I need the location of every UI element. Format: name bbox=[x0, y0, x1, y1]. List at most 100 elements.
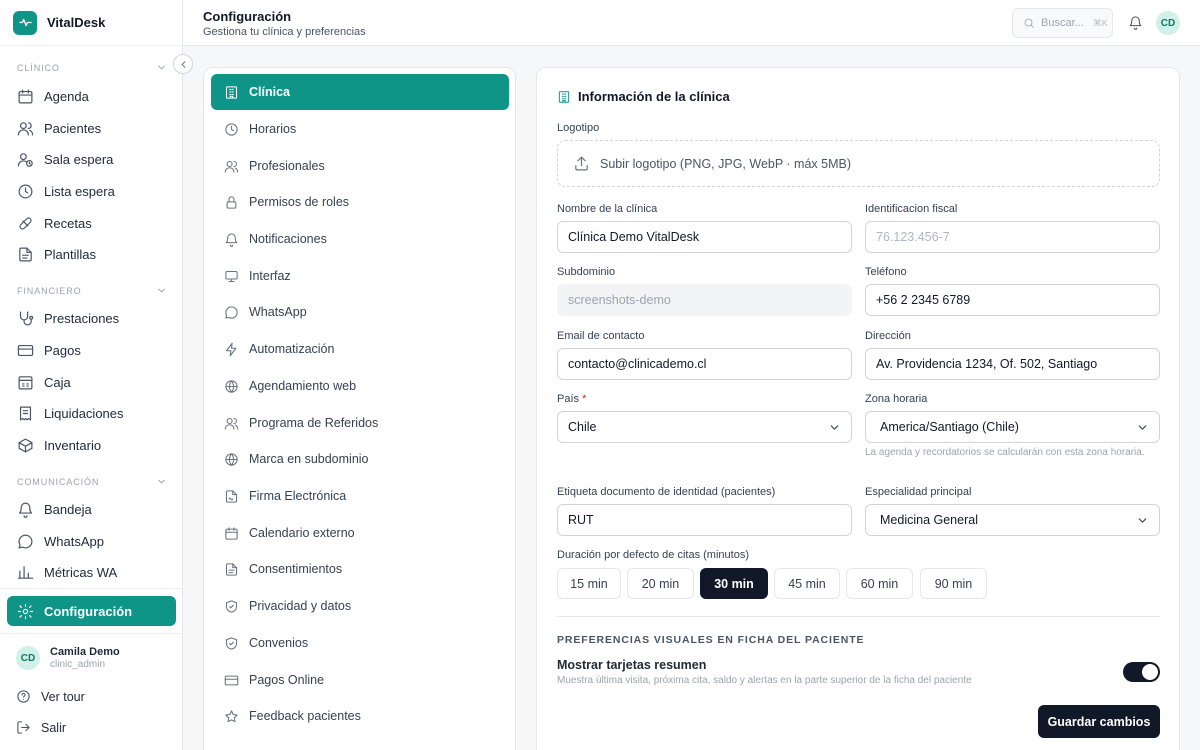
search-icon bbox=[1024, 18, 1034, 28]
show-cards-toggle[interactable] bbox=[1123, 662, 1160, 682]
tax-id-input[interactable] bbox=[865, 221, 1160, 253]
collapse-sidebar-button[interactable] bbox=[173, 54, 193, 74]
settings-item-calendario-externo[interactable]: Calendario externo bbox=[211, 515, 509, 551]
sidebar-item-label: Caja bbox=[44, 374, 71, 390]
show-cards-description: Muestra última visita, próxima cita, sal… bbox=[557, 675, 972, 686]
timezone-value: America/Santiago (Chile) bbox=[880, 420, 1019, 434]
sidebar-item-agenda[interactable]: Agenda bbox=[7, 81, 176, 111]
sidebar-item-liquidaciones[interactable]: Liquidaciones bbox=[7, 398, 176, 428]
sidebar-item-recetas[interactable]: Recetas bbox=[7, 208, 176, 238]
credit-card-icon bbox=[17, 344, 34, 356]
sidebar-item-metricas-wa[interactable]: Métricas WA bbox=[7, 557, 176, 587]
settings-item-permisos[interactable]: Permisos de roles bbox=[211, 184, 509, 220]
sidebar-item-caja[interactable]: Caja bbox=[7, 367, 176, 397]
settings-item-marca-subdominio[interactable]: Marca en subdominio bbox=[211, 441, 509, 477]
settings-item-profesionales[interactable]: Profesionales bbox=[211, 148, 509, 184]
sidebar-item-label: Pacientes bbox=[44, 120, 102, 136]
save-button[interactable]: Guardar cambios bbox=[1038, 705, 1160, 738]
user-role: clinic_admin bbox=[50, 659, 106, 670]
cash-register-icon bbox=[18, 375, 33, 389]
user-clock-icon bbox=[17, 152, 33, 167]
settings-item-interfaz[interactable]: Interfaz bbox=[211, 258, 509, 294]
bell-icon bbox=[18, 502, 33, 518]
logo-label: Logotipo bbox=[557, 122, 600, 134]
shield-check-icon bbox=[225, 636, 238, 650]
header-avatar[interactable]: CD bbox=[1156, 11, 1180, 35]
sidebar-item-bandeja[interactable]: Bandeja bbox=[7, 494, 176, 524]
sidebar-item-inventario[interactable]: Inventario bbox=[7, 430, 176, 460]
phone-input[interactable] bbox=[865, 284, 1160, 316]
user-profile[interactable]: CD Camila Demo clinic_admin bbox=[16, 646, 120, 670]
id-label-input[interactable] bbox=[557, 504, 852, 536]
settings-item-notificaciones[interactable]: Notificaciones bbox=[211, 221, 509, 257]
section-header-clinico[interactable]: CLÍNICO bbox=[17, 62, 167, 73]
settings-item-clinica[interactable]: Clínica bbox=[211, 74, 509, 110]
settings-menu: Clínica Horarios Profesionales Permisos … bbox=[203, 67, 516, 750]
sidebar-item-label: Configuración bbox=[44, 603, 133, 619]
sidebar-item-prestaciones[interactable]: Prestaciones bbox=[7, 303, 176, 333]
id-label-label: Etiqueta documento de identidad (pacient… bbox=[557, 486, 776, 498]
clinic-info-card: Información de la clínica Logotipo Subir… bbox=[536, 67, 1180, 750]
sidebar-item-lista-espera[interactable]: Lista espera bbox=[7, 176, 176, 206]
settings-item-agendamiento-web[interactable]: Agendamiento web bbox=[211, 368, 509, 404]
duration-option-60[interactable]: 60 min bbox=[846, 568, 913, 599]
timezone-select[interactable]: America/Santiago (Chile) bbox=[865, 411, 1160, 443]
section-title: FINANCIERO bbox=[17, 285, 82, 296]
country-select[interactable]: Chile bbox=[557, 411, 852, 443]
settings-item-consentimientos[interactable]: Consentimientos bbox=[211, 551, 509, 587]
required-mark: * bbox=[582, 393, 587, 405]
section-header-comunicacion[interactable]: COMUNICACIÓN bbox=[17, 476, 167, 487]
pill-icon bbox=[19, 216, 32, 230]
sidebar-item-pagos[interactable]: Pagos bbox=[7, 335, 176, 365]
sidebar-item-configuracion[interactable]: Configuración bbox=[7, 596, 176, 626]
logo-upload-dropzone[interactable]: Subir logotipo (PNG, JPG, WebP · máx 5MB… bbox=[557, 140, 1160, 187]
settings-item-label: Clínica bbox=[249, 85, 290, 99]
address-input[interactable] bbox=[865, 348, 1160, 380]
clinic-name-input[interactable] bbox=[557, 221, 852, 253]
sidebar-item-label: Recetas bbox=[44, 215, 92, 231]
email-input[interactable] bbox=[557, 348, 852, 380]
duration-option-20[interactable]: 20 min bbox=[627, 568, 694, 599]
duration-option-90[interactable]: 90 min bbox=[920, 568, 987, 599]
settings-item-pagos-online[interactable]: Pagos Online bbox=[211, 662, 509, 698]
settings-item-privacidad[interactable]: Privacidad y datos bbox=[211, 588, 509, 624]
subdomain-input bbox=[557, 284, 852, 316]
settings-item-label: Automatización bbox=[249, 342, 335, 356]
settings-item-label: Horarios bbox=[249, 122, 297, 136]
settings-item-firma-electronica[interactable]: Firma Electrónica bbox=[211, 478, 509, 514]
duration-option-30[interactable]: 30 min bbox=[700, 568, 768, 599]
sidebar-item-label: Plantillas bbox=[44, 246, 97, 262]
logout-button[interactable]: Salir bbox=[16, 720, 66, 735]
country-value: Chile bbox=[568, 420, 597, 434]
tour-label: Ver tour bbox=[41, 689, 85, 704]
duration-option-15[interactable]: 15 min bbox=[557, 568, 621, 599]
settings-item-automatizacion[interactable]: Automatización bbox=[211, 331, 509, 367]
show-cards-title: Mostrar tarjetas resumen bbox=[557, 658, 707, 672]
settings-item-referidos[interactable]: Programa de Referidos bbox=[211, 405, 509, 441]
notifications-button[interactable] bbox=[1128, 15, 1143, 30]
sidebar-item-pacientes[interactable]: Pacientes bbox=[7, 113, 176, 143]
brand[interactable]: VitalDesk bbox=[0, 0, 182, 46]
users-icon bbox=[17, 121, 34, 135]
settings-item-whatsapp[interactable]: WhatsApp bbox=[211, 294, 509, 330]
settings-item-horarios[interactable]: Horarios bbox=[211, 111, 509, 147]
search-input[interactable]: Buscar... ⌘K bbox=[1012, 8, 1113, 38]
sidebar-item-plantillas[interactable]: Plantillas bbox=[7, 239, 176, 269]
upload-text: Subir logotipo (PNG, JPG, WebP · máx 5MB… bbox=[600, 156, 852, 171]
subdomain-label: Subdominio bbox=[557, 266, 616, 278]
monitor-icon bbox=[225, 270, 238, 282]
specialty-select[interactable]: Medicina General bbox=[865, 504, 1160, 536]
tour-button[interactable]: Ver tour bbox=[16, 689, 85, 704]
section-title: CLÍNICO bbox=[17, 62, 60, 73]
page-title: Configuración bbox=[203, 9, 292, 24]
toggle-knob bbox=[1142, 664, 1158, 680]
sidebar-item-whatsapp[interactable]: WhatsApp bbox=[7, 526, 176, 556]
sidebar-item-sala-espera[interactable]: Sala espera bbox=[7, 144, 176, 174]
sidebar-item-label: WhatsApp bbox=[44, 533, 104, 549]
settings-item-feedback[interactable]: Feedback pacientes bbox=[211, 698, 509, 734]
duration-option-45[interactable]: 45 min bbox=[774, 568, 840, 599]
settings-item-convenios[interactable]: Convenios bbox=[211, 625, 509, 661]
sidebar-item-label: Métricas WA bbox=[44, 564, 118, 580]
sidebar-item-label: Agenda bbox=[44, 88, 89, 104]
section-header-financiero[interactable]: FINANCIERO bbox=[17, 285, 167, 296]
